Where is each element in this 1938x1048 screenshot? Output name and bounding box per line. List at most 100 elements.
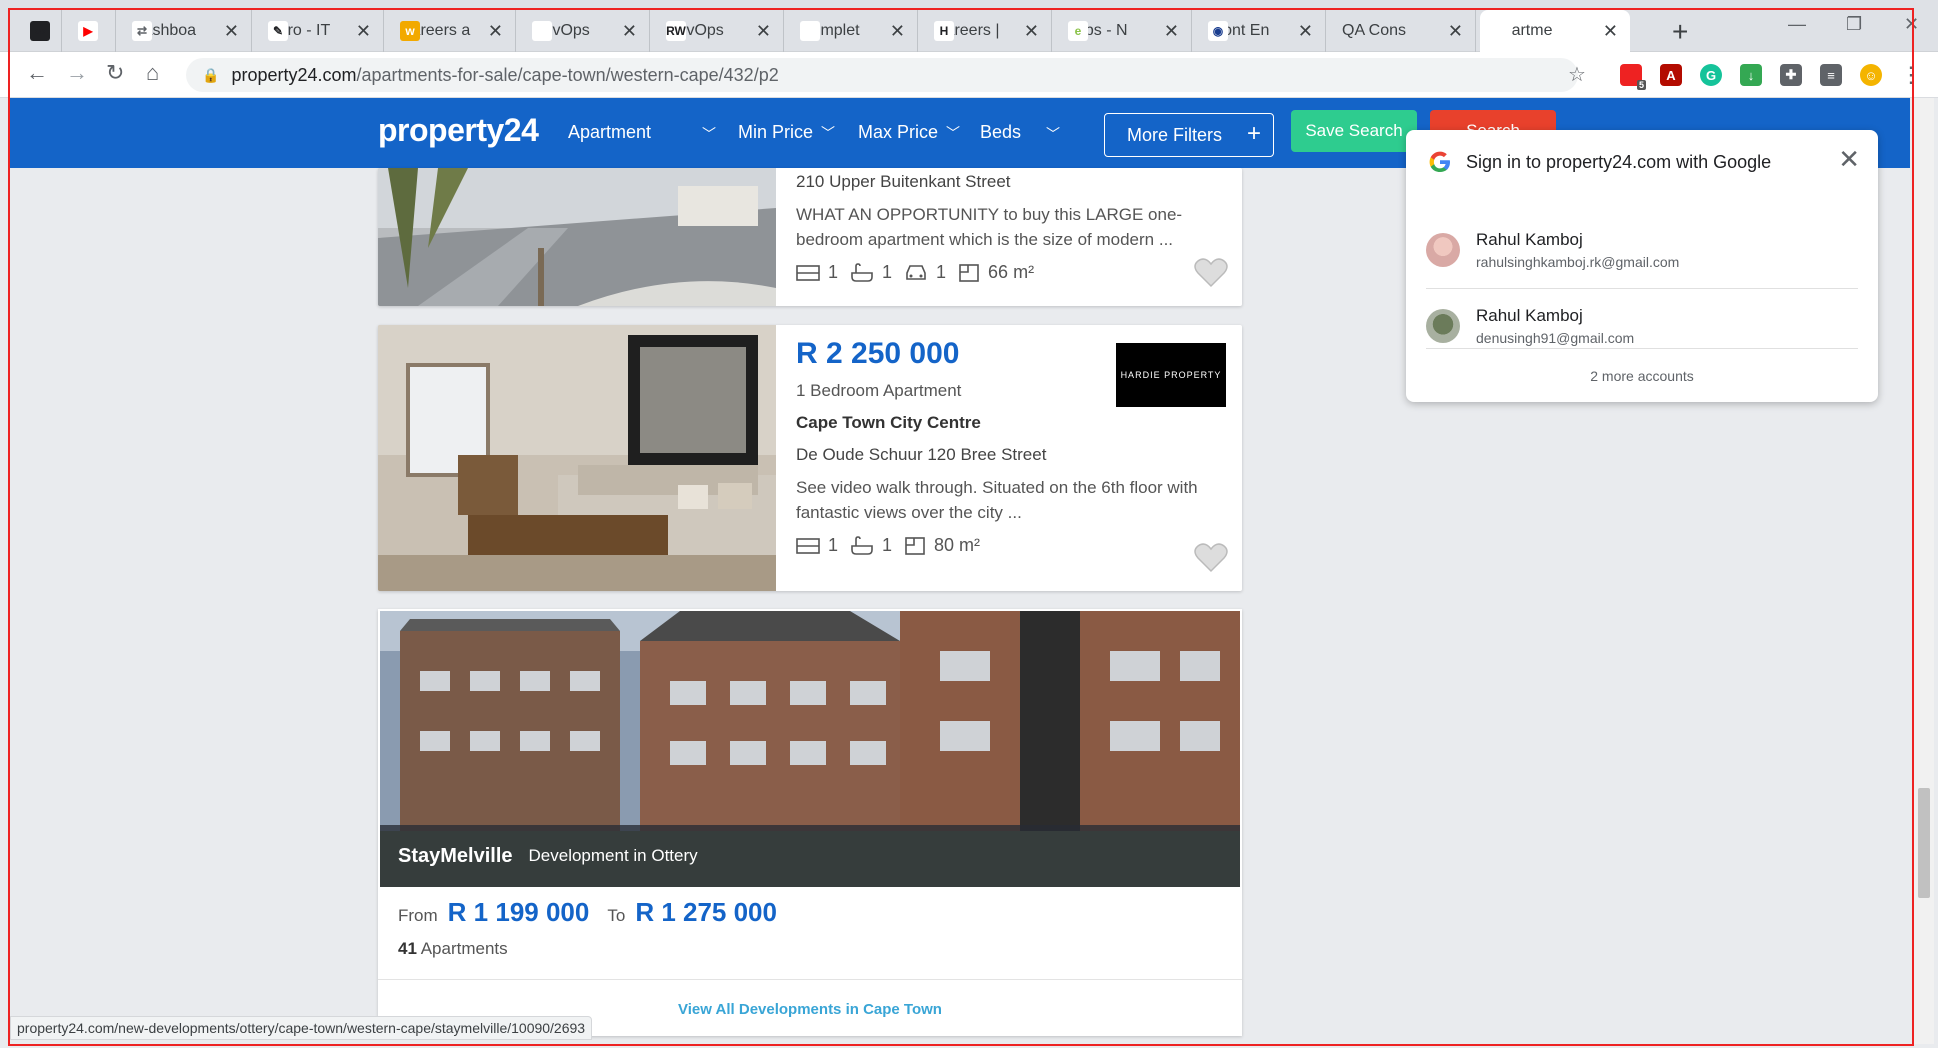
tab-close-icon[interactable]: ✕ [622, 21, 637, 42]
development-card[interactable]: StayMelville Development in Ottery From … [378, 609, 1242, 1036]
browser-tab[interactable]: ◉ Front En ✕ [1196, 10, 1326, 52]
account-name: Rahul Kamboj [1476, 230, 1583, 249]
xero-icon: ✎ [268, 21, 288, 41]
beds-dropdown[interactable]: Beds [980, 122, 1021, 143]
from-price: R 1 199 000 [447, 897, 590, 927]
size-feature: 66 m² [958, 262, 1034, 283]
floor-size: 66 m² [988, 262, 1035, 282]
tab-close-icon[interactable]: ✕ [890, 21, 905, 42]
property24-logo[interactable]: property24 [378, 112, 539, 149]
floor-size-icon [959, 263, 979, 282]
tab-close-icon[interactable]: ✕ [1164, 21, 1179, 42]
tab-close-icon[interactable]: ✕ [1603, 21, 1618, 42]
tab-close-icon[interactable]: ✕ [1024, 21, 1039, 42]
tab-close-icon[interactable]: ✕ [1448, 21, 1463, 42]
avatar [1426, 309, 1460, 343]
more-filters-button[interactable]: More Filters + [1104, 113, 1274, 157]
parking-feature: 1 [904, 262, 946, 283]
browser-tab[interactable]: ▶ [66, 10, 116, 52]
pdf-extension-icon[interactable]: A [1660, 64, 1682, 86]
back-icon[interactable]: ← [26, 60, 48, 86]
bookmark-star-icon[interactable]: ☆ [1568, 62, 1586, 87]
chevron-down-icon[interactable]: ﹀ [702, 124, 716, 144]
new-tab-button[interactable]: + [1672, 16, 1688, 48]
menu-kebab-icon[interactable]: ⋮ [1900, 62, 1922, 88]
tab-close-icon[interactable]: ✕ [356, 21, 371, 42]
home-icon[interactable]: ⌂ [146, 60, 159, 86]
browser-tab[interactable]: w Careers a ✕ [388, 10, 516, 52]
close-window-icon[interactable]: ✕ [1904, 14, 1919, 35]
tab-close-icon[interactable]: ✕ [756, 21, 771, 42]
youtube-icon: ▶ [78, 21, 98, 41]
property-type-dropdown[interactable]: Apartment [568, 122, 651, 143]
favourite-heart-icon[interactable] [1194, 543, 1228, 573]
tab-close-icon[interactable]: ✕ [1298, 21, 1313, 42]
chevron-down-icon[interactable]: ﹀ [1046, 124, 1060, 144]
browser-tab[interactable]: u Complet ✕ [788, 10, 918, 52]
development-name[interactable]: StayMelville [398, 845, 513, 868]
p24-icon: p24 [1492, 21, 1512, 41]
listing-card[interactable]: 210 Upper Buitenkant Street WHAT AN OPPO… [378, 168, 1242, 306]
listing-photo[interactable] [378, 325, 776, 591]
url-input[interactable]: 🔒 property24.com/apartments-for-sale/cap… [186, 58, 1578, 92]
bed-feature: 1 [796, 262, 838, 283]
restore-icon[interactable]: ❐ [1846, 14, 1862, 35]
save-search-button[interactable]: Save Search [1291, 110, 1417, 152]
close-icon[interactable]: ✕ [1838, 144, 1860, 175]
google-signin-popup: Sign in to property24.com with Google ✕ … [1406, 130, 1878, 402]
beds-count: 1 [828, 535, 839, 555]
listing-description: WHAT AN OPPORTUNITY to buy this LARGE on… [796, 205, 1183, 249]
browser-tab[interactable]: QA Cons ✕ [1330, 10, 1476, 52]
grammarly-extension-icon[interactable]: G [1700, 64, 1722, 86]
listing-photo[interactable] [378, 168, 776, 306]
from-label: From [398, 906, 438, 925]
minimize-icon[interactable]: — [1788, 14, 1806, 35]
bed-feature: 1 [796, 535, 838, 556]
account-email: denusingh91@gmail.com [1476, 330, 1635, 346]
development-subtitle: Development in Ottery [528, 846, 698, 865]
listing-address: 210 Upper Buitenkant Street [796, 172, 1011, 191]
tab-close-icon[interactable]: ✕ [224, 21, 239, 42]
listing-card[interactable]: R 2 250 000 1 Bedroom Apartment Cape Tow… [378, 325, 1242, 591]
agency-logo[interactable]: HARDIE PROPERTY [1116, 343, 1226, 407]
account-name: Rahul Kamboj [1476, 306, 1583, 325]
reload-icon[interactable]: ↻ [106, 60, 124, 86]
browser-tab[interactable]: e Jobs - N ✕ [1056, 10, 1192, 52]
max-price-dropdown[interactable]: Max Price ﹀ [858, 122, 960, 143]
media-control-icon[interactable]: ≡ [1820, 64, 1842, 86]
forward-icon[interactable]: → [66, 60, 88, 86]
more-filters-label: More Filters [1127, 124, 1223, 145]
extensions-puzzle-icon[interactable]: ✚ [1780, 64, 1802, 86]
browser-tab[interactable]: ⇄ Dashboa ✕ [120, 10, 252, 52]
browser-tab[interactable]: RW DevOps ✕ [654, 10, 784, 52]
bed-icon [796, 264, 820, 281]
account-option[interactable]: Rahul Kamboj rahulsinghkamboj.rk@gmail.c… [1426, 212, 1858, 288]
id-icon: id. [532, 21, 552, 41]
beds-label: Beds [980, 122, 1022, 142]
scrollbar-thumb[interactable] [1918, 788, 1930, 898]
browser-tab[interactable]: id. DevOps ✕ [520, 10, 650, 52]
globe-icon: ◉ [1208, 21, 1228, 41]
development-title-band: StayMelville Development in Ottery [380, 825, 1240, 887]
browser-tab[interactable]: p24 Apartme ✕ [1480, 10, 1630, 52]
page-scrollbar[interactable] [1914, 98, 1934, 1044]
browser-tab[interactable]: ‹/› [18, 10, 62, 52]
u-icon: u [800, 21, 820, 41]
min-price-dropdown[interactable]: Min Price ﹀ [738, 122, 835, 143]
car-icon [906, 264, 926, 280]
address-bar-row: ← → ↻ ⌂ 🔒 property24.com/apartments-for-… [0, 52, 1938, 98]
adblock-extension-icon[interactable]: 5 [1620, 64, 1646, 90]
tab-close-icon[interactable]: ✕ [488, 21, 503, 42]
favourite-heart-icon[interactable] [1194, 258, 1228, 288]
profile-avatar-icon[interactable]: ☺ [1860, 64, 1882, 86]
account-option[interactable]: Rahul Kamboj denusingh91@gmail.com [1426, 288, 1858, 364]
listing-features: 1 1 80 m² [796, 535, 1226, 556]
download-extension-icon[interactable]: ↓ [1740, 64, 1762, 86]
browser-tab[interactable]: H Careers | ✕ [922, 10, 1052, 52]
more-accounts-link[interactable]: 2 more accounts [1406, 368, 1878, 384]
h-icon: H [934, 21, 954, 41]
browser-tab[interactable]: ✎ Xero - IT ✕ [256, 10, 384, 52]
parking-count: 1 [936, 262, 947, 282]
bath-feature: 1 [850, 262, 892, 283]
extension-badge: 5 [1636, 80, 1646, 90]
